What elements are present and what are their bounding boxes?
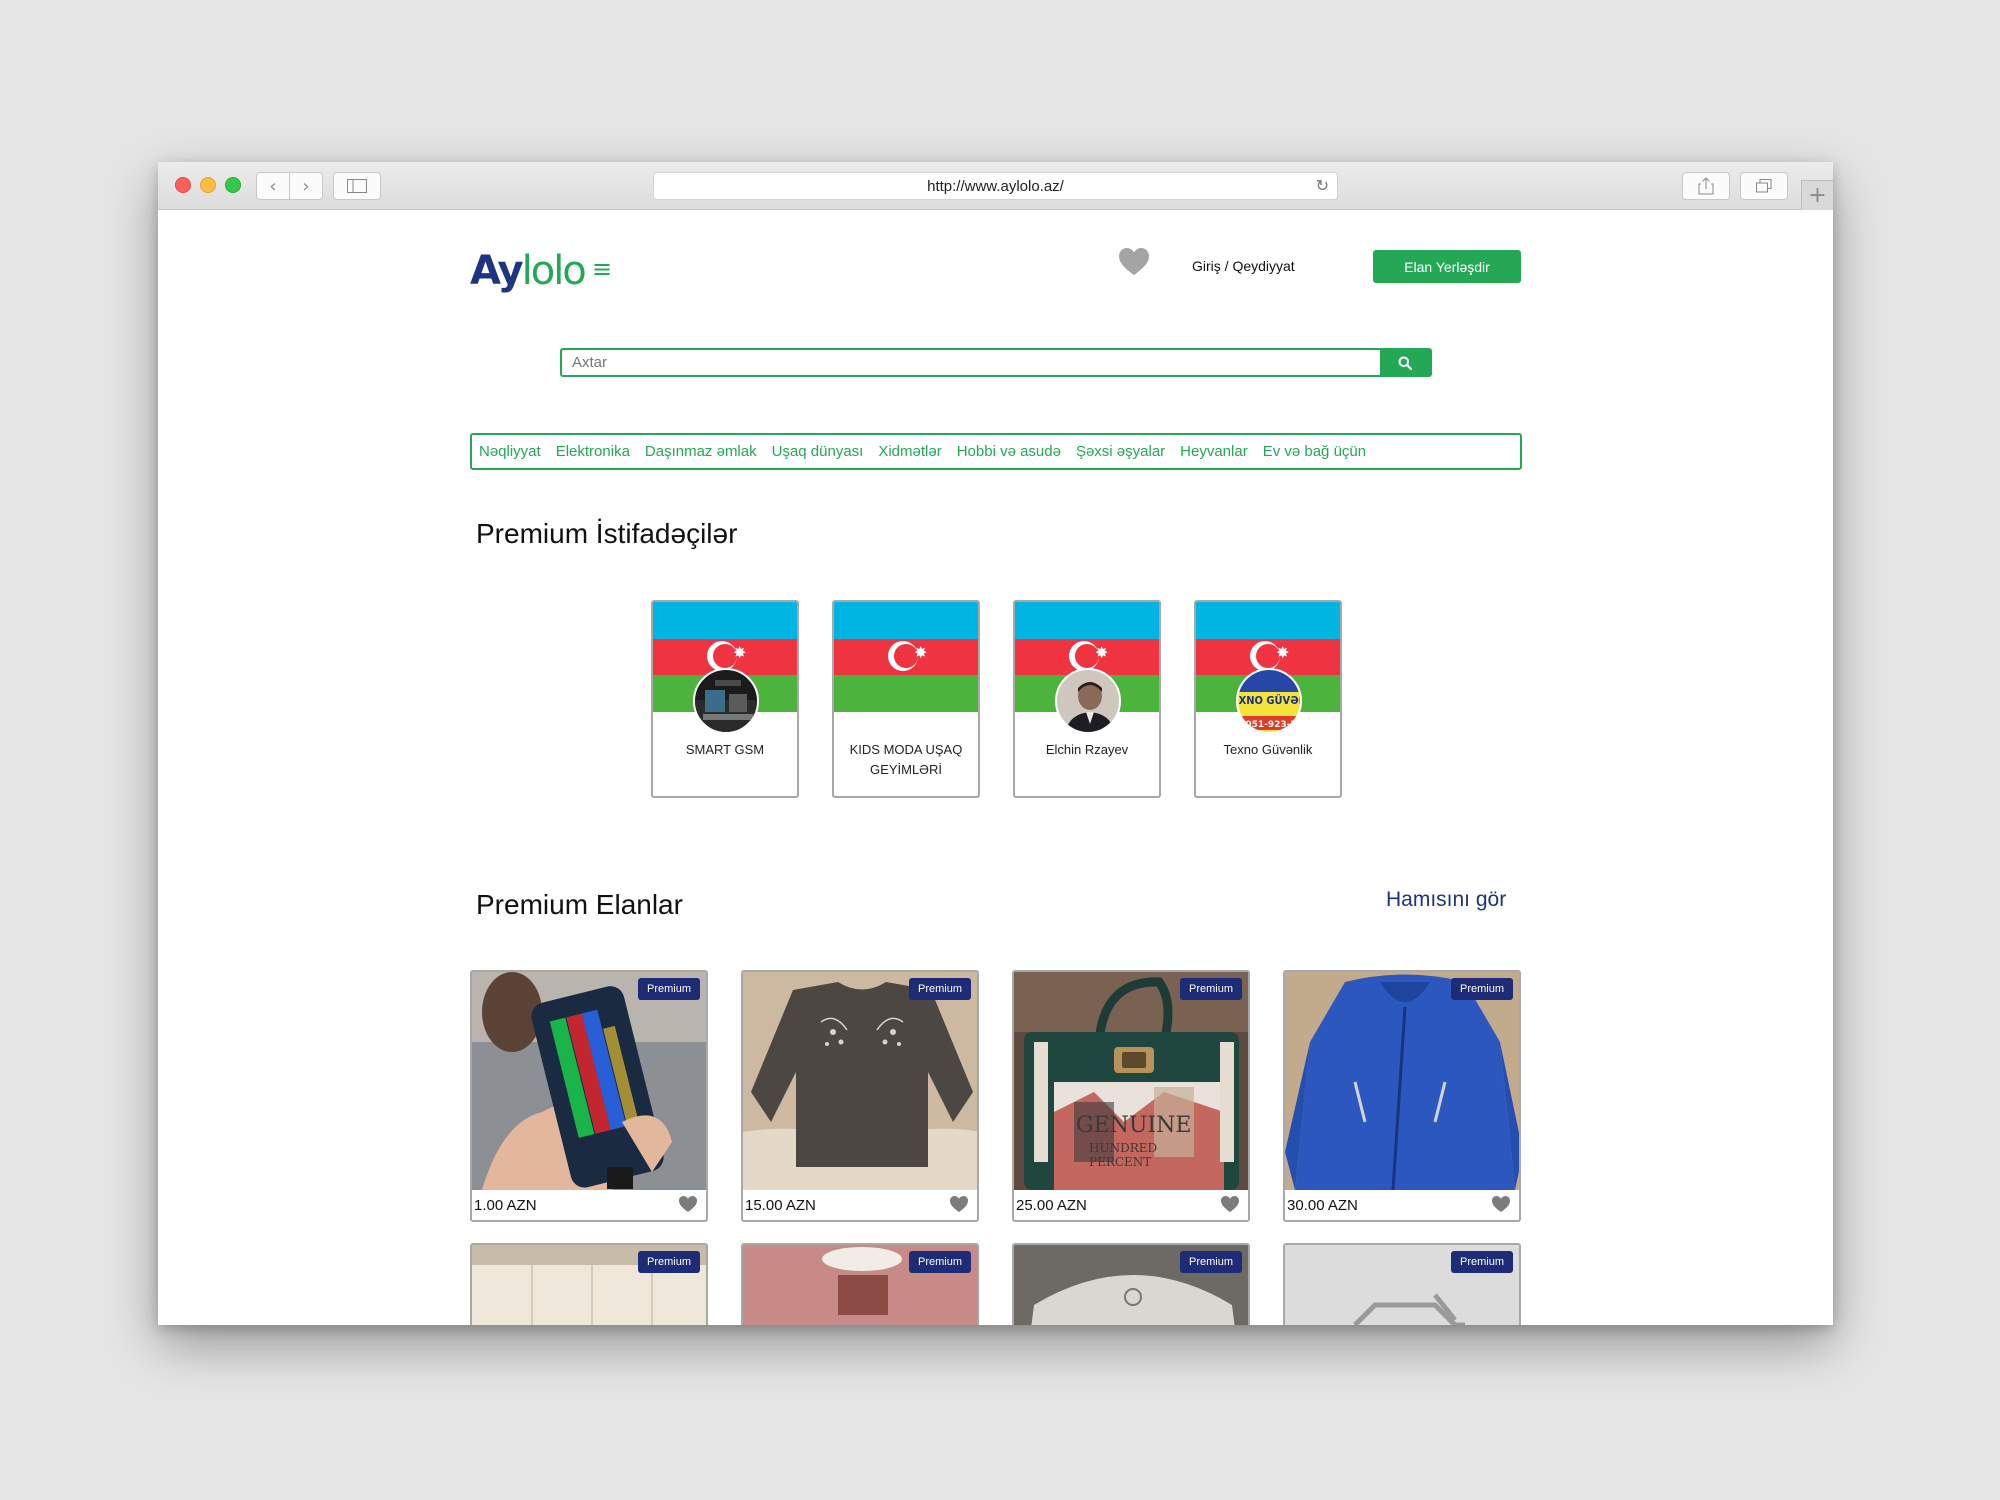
- forward-button[interactable]: ›: [289, 172, 323, 200]
- favorite-heart-icon[interactable]: [678, 1195, 698, 1213]
- user-name: Texno Güvənlik: [1223, 742, 1313, 757]
- category-sexsi-esyalar[interactable]: Şəxsi əşyalar: [1076, 443, 1165, 460]
- handbag-print-text: HUNDRED: [1089, 1141, 1157, 1155]
- premium-badge: Premium: [1179, 978, 1242, 1000]
- azerbaijan-flag-banner: ✸: [834, 602, 978, 712]
- url-text: http://www.aylolo.az/: [927, 177, 1064, 195]
- user-avatar: [693, 668, 759, 734]
- user-name: SMART GSM: [685, 742, 765, 757]
- see-all-link[interactable]: Hamısını gör: [1386, 888, 1506, 912]
- user-avatar: [1055, 668, 1121, 734]
- plus-icon: +: [1808, 183, 1827, 208]
- browser-titlebar: ‹ › http://www.aylolo.az/ ↻ +: [158, 162, 1833, 210]
- category-elektronika[interactable]: Elektronika: [556, 443, 630, 460]
- listing-card[interactable]: Premium: [741, 1243, 979, 1325]
- sidebar-toggle-button[interactable]: [333, 172, 381, 200]
- premium-badge: Premium: [908, 1251, 971, 1273]
- reload-icon[interactable]: ↻: [1316, 176, 1329, 195]
- premium-users-title: Premium İstifadəçilər: [476, 518, 738, 549]
- favorite-heart-icon[interactable]: [1220, 1195, 1240, 1213]
- logo-part-ay: Ay: [470, 248, 524, 294]
- category-xidmetler[interactable]: Xidmətlər: [878, 443, 941, 460]
- close-window-button[interactable]: [175, 177, 191, 193]
- listing-card[interactable]: Premium: [1012, 1243, 1250, 1325]
- listing-image: GENUINE HUNDRED PERCENT: [1014, 972, 1248, 1190]
- search-bar: [560, 348, 1432, 377]
- premium-badge: Premium: [1450, 978, 1513, 1000]
- category-hobbi-ve-asude[interactable]: Hobbi və asudə: [957, 443, 1061, 460]
- favorite-heart-icon[interactable]: [949, 1195, 969, 1213]
- listing-image: [1285, 972, 1519, 1190]
- listing-card[interactable]: Premium: [1283, 1243, 1521, 1325]
- premium-ads-title: Premium Elanlar: [476, 889, 683, 920]
- share-button[interactable]: [1682, 172, 1730, 200]
- category-dasinmaz-emlak[interactable]: Daşınmaz əmlak: [645, 443, 757, 460]
- hamburger-menu-icon[interactable]: ≡: [592, 255, 612, 283]
- listing-card[interactable]: Premium 30.00 AZN: [1283, 970, 1521, 1222]
- listing-card[interactable]: Premium: [470, 1243, 708, 1325]
- category-heyvanlar[interactable]: Heyvanlar: [1180, 443, 1248, 460]
- premium-badge: Premium: [637, 978, 700, 1000]
- category-nav: Nəqliyyat Elektronika Daşınmaz əmlak Uşa…: [470, 433, 1522, 470]
- search-input[interactable]: [562, 350, 1380, 375]
- listing-image: [743, 972, 977, 1190]
- tabs-icon: [1756, 179, 1772, 193]
- back-button[interactable]: ‹: [256, 172, 290, 200]
- user-avatar: TEXNO GÜVƏNLİ 051-923-7: [1236, 668, 1302, 734]
- premium-badge: Premium: [1450, 1251, 1513, 1273]
- chevron-left-icon: ‹: [269, 175, 277, 197]
- premium-badge: Premium: [908, 978, 971, 1000]
- user-name: KIDS MODA UŞAQ GEYİMLƏRİ: [849, 742, 963, 777]
- handbag-print-text: GENUINE: [1076, 1113, 1191, 1138]
- browser-window: ‹ › http://www.aylolo.az/ ↻ + Aylolo ≡ G…: [158, 162, 1833, 1325]
- premium-user-card[interactable]: ✸ Elchin Rzayev: [1013, 600, 1161, 798]
- new-tab-button[interactable]: +: [1801, 180, 1833, 210]
- premium-user-card[interactable]: ✸ KIDS MODA UŞAQ GEYİMLƏRİ: [832, 600, 980, 798]
- search-icon: [1398, 356, 1412, 370]
- listing-price: 15.00 AZN: [745, 1197, 816, 1214]
- tab-overview-button[interactable]: [1740, 172, 1788, 200]
- listing-card[interactable]: GENUINE HUNDRED PERCENT Premium 25.00 AZ…: [1012, 970, 1250, 1222]
- listing-image: [472, 972, 706, 1190]
- site-logo[interactable]: Aylolo: [470, 248, 587, 294]
- listing-price: 1.00 AZN: [474, 1197, 537, 1214]
- login-register-link[interactable]: Giriş / Qeydiyyat: [1192, 258, 1295, 274]
- premium-user-card[interactable]: ✸ SMART GSM: [651, 600, 799, 798]
- avatar-phone-text: 051-923-7: [1245, 720, 1296, 730]
- listing-price: 30.00 AZN: [1287, 1197, 1358, 1214]
- avatar-logo-text: TEXNO GÜVƏNLİ: [1238, 693, 1302, 707]
- listing-price: 25.00 AZN: [1016, 1197, 1087, 1214]
- category-ev-ve-bag[interactable]: Ev və bağ üçün: [1263, 443, 1366, 460]
- premium-badge: Premium: [1179, 1251, 1242, 1273]
- premium-badge: Premium: [637, 1251, 700, 1273]
- listing-card[interactable]: Premium 15.00 AZN: [741, 970, 979, 1222]
- address-bar[interactable]: http://www.aylolo.az/ ↻: [653, 172, 1338, 200]
- category-usaq-dunyasi[interactable]: Uşaq dünyası: [772, 443, 864, 460]
- chevron-right-icon: ›: [302, 175, 310, 197]
- category-neqliyyat[interactable]: Nəqliyyat: [479, 443, 541, 460]
- favorites-heart-icon[interactable]: [1118, 247, 1150, 277]
- favorite-heart-icon[interactable]: [1491, 1195, 1511, 1213]
- web-page: Aylolo ≡ Giriş / Qeydiyyat Elan Yerləşdi…: [158, 211, 1833, 1325]
- minimize-window-button[interactable]: [200, 177, 216, 193]
- listing-card[interactable]: Premium 1.00 AZN: [470, 970, 708, 1222]
- premium-user-card[interactable]: ✸ TEXNO GÜVƏNLİ 051-923-7 Texno Güvənlik: [1194, 600, 1342, 798]
- post-ad-button[interactable]: Elan Yerləşdir: [1373, 250, 1521, 283]
- sidebar-icon: [347, 179, 367, 193]
- search-button[interactable]: [1380, 350, 1430, 375]
- user-name: Elchin Rzayev: [1045, 742, 1129, 757]
- share-icon: [1698, 177, 1714, 195]
- logo-part-lolo: lolo: [521, 248, 587, 294]
- zoom-window-button[interactable]: [225, 177, 241, 193]
- handbag-print-text: PERCENT: [1089, 1155, 1151, 1169]
